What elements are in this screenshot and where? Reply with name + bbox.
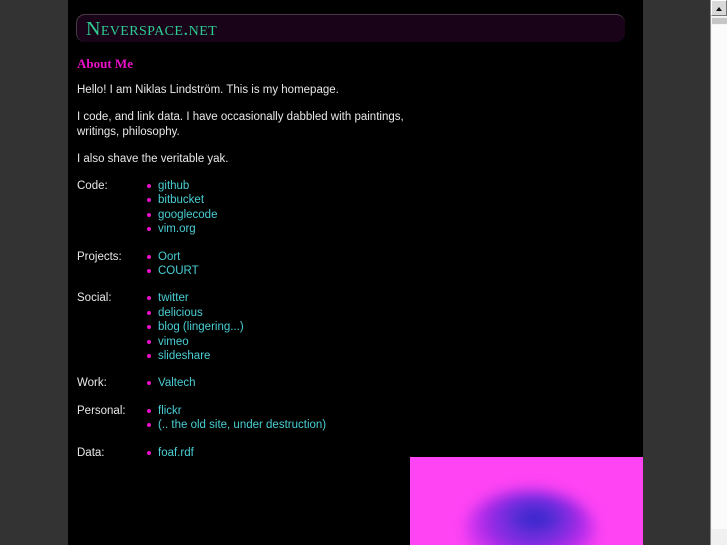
link-slideshare[interactable]: slideshare [158,350,210,362]
list-item[interactable]: blog (lingering...) [147,320,633,334]
bullet-icon [147,325,151,330]
about-paragraph: Hello! I am Niklas Lindström. This is my… [77,84,339,96]
link-foaf-rdf[interactable]: foaf.rdf [158,447,194,459]
list-item[interactable]: bitbucket [147,193,633,207]
link-group-label: Projects: [77,250,122,263]
list-item[interactable]: Valtech [147,376,633,390]
bullet-icon [147,296,151,301]
link-group-social: Social: twitter delicious blog (lingerin… [77,291,633,363]
page-content: About Me Hello! I am Niklas Lindström. T… [77,56,633,473]
list-item[interactable]: slideshare [147,349,633,363]
web-page: Neverspace.net About Me Hello! I am Nikl… [68,0,643,545]
bullet-icon [147,184,151,188]
link-group-work: Work: Valtech [77,376,633,390]
list-item[interactable]: flickr [147,404,633,418]
bullet-icon [147,354,151,359]
link-group-personal: Personal: flickr (.. the old site, under… [77,404,633,433]
link-list: github bitbucket googlecode vim.org [77,179,633,237]
bullet-icon [147,408,151,413]
site-header-banner: Neverspace.net [76,14,625,42]
link-flickr[interactable]: flickr [158,405,182,417]
scroll-up-arrow-icon [716,7,722,11]
bullet-icon [147,423,151,428]
link-blog[interactable]: blog (lingering...) [158,321,244,333]
link-vimeo[interactable]: vimeo [158,336,189,348]
about-paragraph: I code, and link data. I have occasional… [77,111,404,138]
bullet-icon [147,269,151,274]
link-group-label: Data: [77,446,105,459]
link-vim-org[interactable]: vim.org [158,223,196,235]
link-twitter[interactable]: twitter [158,292,189,304]
section-heading-about-me: About Me [77,56,133,71]
bullet-icon [147,198,151,203]
link-group-label: Social: [77,292,112,305]
bullet-icon [147,450,151,455]
list-item[interactable]: COURT [147,264,633,278]
link-group-label: Personal: [77,404,126,417]
list-item[interactable]: Oort [147,250,633,264]
about-paragraph: I also shave the veritable yak. [77,153,229,165]
bullet-icon [147,212,151,217]
bullet-icon [147,254,151,259]
link-list: twitter delicious blog (lingering...) vi… [77,291,633,363]
link-list: Oort COURT [77,250,633,279]
list-item[interactable]: vimeo [147,335,633,349]
link-list: flickr (.. the old site, under destructi… [77,404,633,433]
link-group-code: Code: github bitbucket googlecode vim.or… [77,179,633,237]
scrollbar-thumb[interactable] [712,17,727,24]
bullet-icon [147,381,151,386]
link-delicious[interactable]: delicious [158,307,203,319]
list-item[interactable]: googlecode [147,208,633,222]
bullet-icon [147,339,151,344]
bullet-icon [147,227,151,232]
list-item[interactable]: github [147,179,633,193]
list-item[interactable]: (.. the old site, under destruction) [147,418,633,432]
link-bitbucket[interactable]: bitbucket [158,194,204,206]
link-group-label: Work: [77,377,107,390]
link-list: Valtech [77,376,633,390]
list-item[interactable]: vim.org [147,222,633,236]
magenta-artwork-image [410,457,643,545]
link-court[interactable]: COURT [158,265,199,277]
scroll-down-button[interactable] [711,529,727,545]
bullet-icon [147,310,151,315]
site-title: Neverspace.net [86,18,218,40]
link-group-label: Code: [77,180,108,192]
link-valtech[interactable]: Valtech [158,377,196,389]
link-old-site[interactable]: (.. the old site, under destruction) [158,419,326,431]
list-item[interactable]: twitter [147,291,633,305]
scroll-up-button[interactable] [711,0,727,16]
link-googlecode[interactable]: googlecode [158,209,217,221]
vertical-scrollbar[interactable] [710,0,727,545]
list-item[interactable]: delicious [147,306,633,320]
scrollbar-track[interactable] [712,25,727,545]
link-oort[interactable]: Oort [158,251,180,263]
link-github[interactable]: github [158,180,189,192]
browser-viewport: Neverspace.net About Me Hello! I am Nikl… [0,0,710,545]
link-group-projects: Projects: Oort COURT [77,250,633,279]
